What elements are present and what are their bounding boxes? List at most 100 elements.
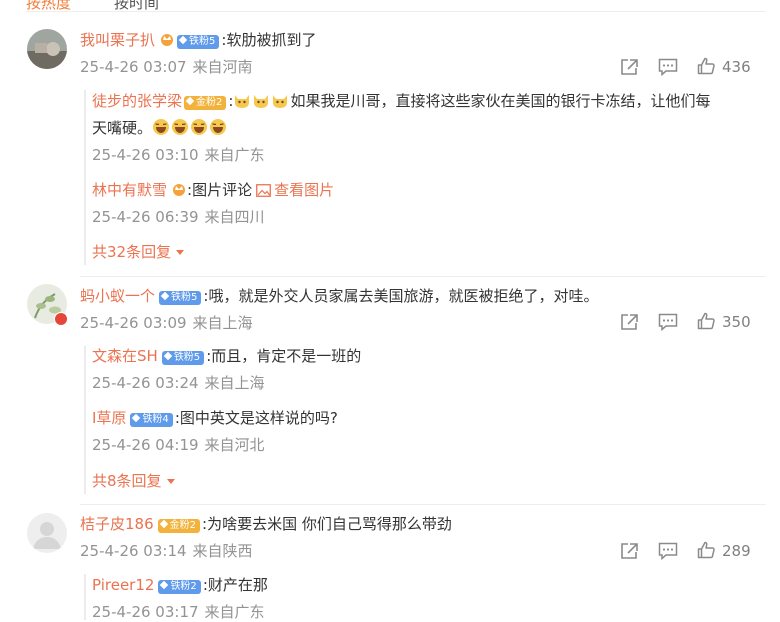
- reply-date: 25-4-26 06:39: [92, 208, 199, 226]
- view-more-replies-button[interactable]: 共8条回复: [92, 471, 175, 491]
- reply-header: I草原 铁粉4:图中英文是这样说的吗?: [92, 408, 338, 428]
- fan-badge: 铁粉4: [130, 413, 173, 427]
- laughing-emoji-icon: [210, 119, 227, 135]
- comment-text: :软肋被抓到了: [221, 31, 317, 49]
- share-button[interactable]: [620, 313, 639, 331]
- share-icon: [621, 59, 638, 75]
- comment-location: 来自河南: [192, 58, 253, 76]
- username[interactable]: I草原: [92, 409, 126, 427]
- reply-meta: 25-4-26 03:17 来自广东: [92, 602, 265, 622]
- reply-text-continued: 天嘴硬。: [92, 118, 228, 138]
- reply-location: 来自上海: [204, 374, 265, 392]
- reply-meta: 25-4-26 03:24 来自上海: [92, 373, 265, 393]
- avatar[interactable]: [27, 513, 67, 553]
- comment-date: 25-4-26 03:07: [80, 58, 187, 76]
- comment-button[interactable]: [658, 313, 678, 331]
- username[interactable]: Pireer12: [92, 576, 154, 594]
- reply-location: 来自四川: [204, 208, 265, 226]
- username[interactable]: 桔子皮186: [80, 515, 154, 533]
- like-count: 289: [722, 542, 751, 560]
- share-icon: [621, 543, 638, 559]
- comment-header: 我叫栗子扒 铁粉5:软肋被抓到了: [80, 30, 316, 52]
- fan-badge: 金粉2: [157, 519, 201, 533]
- username[interactable]: 林中有默雪: [92, 181, 167, 199]
- thumbs-up-icon: [697, 541, 715, 559]
- comment-meta: 25-4-26 03:07 来自河南: [80, 57, 253, 77]
- reply-header: 文森在SH 铁粉5:而且，肯定不是一班的: [92, 346, 361, 366]
- comment-meta: 25-4-26 03:09 来自上海: [80, 313, 253, 333]
- crown-icon: [171, 181, 187, 202]
- share-button[interactable]: [620, 542, 639, 560]
- like-button[interactable]: [697, 541, 715, 559]
- comment-header: 桔子皮186 金粉2:为啥要去米国 你们自己骂得那么带劲: [80, 514, 452, 534]
- comment-button[interactable]: [658, 542, 678, 560]
- fan-badge: 铁粉2: [158, 580, 201, 594]
- divider: [80, 276, 766, 277]
- avatar[interactable]: [27, 29, 67, 69]
- username[interactable]: 蚂小蚁一个: [80, 287, 155, 305]
- reply-text: 天嘴硬。: [92, 119, 153, 137]
- view-more-replies-button[interactable]: 共32条回复: [92, 242, 185, 262]
- comment-date: 25-4-26 03:14: [80, 542, 187, 560]
- reply-header: Pireer12 铁粉2:财产在那: [92, 575, 268, 595]
- reply-date: 25-4-26 04:19: [92, 436, 199, 454]
- reply-header: 徒步的张学梁 金粉2: 如果我是川哥，直接将这些家伙在美国的银行卡冻结，让他们每: [92, 92, 711, 110]
- reply-location: 来自广东: [204, 603, 265, 621]
- like-button[interactable]: [697, 312, 715, 330]
- comment-date: 25-4-26 03:09: [80, 314, 187, 332]
- like-count: 350: [722, 313, 751, 331]
- reply-date: 25-4-26 03:17: [92, 603, 199, 621]
- reply-thread-rule: [84, 90, 86, 265]
- reply-location: 来自河北: [204, 436, 265, 454]
- fan-badge: 铁粉5: [177, 35, 220, 49]
- reply-text: :而且，肯定不是一班的: [206, 347, 362, 365]
- reply-thread-rule: [84, 346, 86, 494]
- reply-thread-rule: [84, 574, 86, 620]
- fan-badge: 铁粉5: [161, 351, 205, 365]
- reply-text: :图中英文是这样说的吗?: [174, 409, 338, 427]
- verified-badge-icon: [54, 312, 68, 326]
- comment-button[interactable]: [658, 58, 678, 76]
- caret-down-icon: [176, 250, 185, 255]
- reply-meta: 25-4-26 03:10 来自广东: [92, 145, 265, 165]
- thumbs-up-icon: [697, 57, 715, 75]
- laughing-emoji-icon: [172, 119, 189, 135]
- reply-date: 25-4-26 03:24: [92, 374, 199, 392]
- caret-down-icon: [166, 479, 175, 484]
- cat-emoji-icon: [235, 95, 250, 108]
- username[interactable]: 徒步的张学梁: [92, 92, 182, 110]
- comment-location: 来自陕西: [192, 542, 253, 560]
- reply-header: 林中有默雪 :图片评论 查看图片: [92, 180, 334, 202]
- cat-emoji-group: [233, 92, 290, 110]
- default-avatar-icon: [27, 513, 67, 553]
- share-button[interactable]: [620, 58, 639, 76]
- laughing-emoji-icon: [191, 119, 208, 135]
- comment-text: :哦，就是外交人员家属去美国旅游，就医被拒绝了，对哇。: [203, 287, 599, 305]
- username[interactable]: 文森在SH: [92, 347, 158, 365]
- reply-meta: 25-4-26 06:39 来自四川: [92, 207, 265, 227]
- divider: [26, 11, 766, 12]
- username[interactable]: 我叫栗子扒: [80, 31, 155, 49]
- reply-date: 25-4-26 03:10: [92, 146, 199, 164]
- laugh-emoji-group: [152, 119, 228, 137]
- view-image-link[interactable]: 查看图片: [256, 181, 334, 199]
- share-icon: [621, 314, 638, 330]
- comment-header: 蚂小蚁一个 铁粉5:哦，就是外交人员家属去美国旅游，就医被拒绝了，对哇。: [80, 286, 598, 306]
- cat-emoji-icon: [254, 95, 269, 108]
- comment-icon: [658, 313, 678, 331]
- like-count: 436: [722, 58, 751, 76]
- reply-text: 如果我是川哥，直接将这些家伙在美国的银行卡冻结，让他们每: [290, 92, 711, 110]
- divider: [80, 504, 766, 505]
- avatar-image: [27, 29, 67, 69]
- fan-badge: 金粉2: [184, 96, 227, 110]
- reply-text: :图片评论: [187, 181, 253, 199]
- fan-badge: 铁粉5: [159, 291, 202, 305]
- comment-icon: [658, 542, 678, 560]
- comment-location: 来自上海: [192, 314, 253, 332]
- like-button[interactable]: [697, 57, 715, 75]
- thumbs-up-icon: [697, 312, 715, 330]
- image-icon: [256, 184, 271, 197]
- comment-icon: [658, 58, 678, 76]
- comment-text: :为啥要去米国 你们自己骂得那么带劲: [202, 515, 452, 533]
- reply-text: :财产在那: [202, 576, 268, 594]
